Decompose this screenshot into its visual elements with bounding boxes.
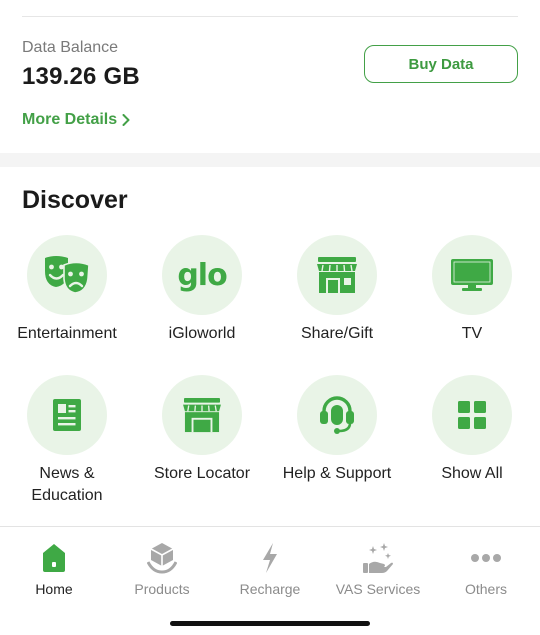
tile-icon-circle (432, 235, 512, 315)
theater-masks-icon (45, 256, 90, 294)
more-details-label: More Details (22, 111, 118, 128)
tile-label: Store Locator (153, 465, 251, 482)
tile-label: News & Education (31, 465, 103, 504)
more-dots-icon (471, 554, 501, 562)
discover-tile-share-gift[interactable]: Share/Gift (270, 235, 404, 345)
tab-products[interactable]: Products (108, 541, 216, 597)
tile-icon-circle (297, 235, 377, 315)
tile-label: Show All (441, 465, 503, 482)
tab-recharge[interactable]: Recharge (216, 541, 324, 597)
tab-label: Recharge (239, 581, 301, 597)
chevron-right-icon (122, 114, 130, 126)
tab-vas-services[interactable]: VAS Services (324, 541, 432, 597)
store-icon (183, 397, 221, 433)
home-indicator (170, 621, 370, 626)
tile-label: iGloworld (168, 325, 236, 342)
tile-icon-circle (27, 235, 107, 315)
tab-label: Products (134, 581, 190, 597)
products-icon (147, 543, 177, 574)
tile-label: Share/Gift (300, 325, 374, 342)
tile-icon-circle (27, 375, 107, 455)
tile-label: Entertainment (17, 325, 117, 342)
tile-label: Help & Support (282, 465, 392, 482)
buy-data-button[interactable]: Buy Data (364, 45, 518, 83)
home-icon (43, 544, 65, 572)
news-icon (53, 399, 81, 431)
data-balance-value: 139.26 GB (22, 63, 140, 90)
discover-tile-igloworld[interactable]: glo iGloworld (135, 235, 269, 345)
data-balance-card: Data Balance 139.26 GB Buy Data More Det… (0, 17, 540, 153)
data-balance-label: Data Balance (22, 39, 119, 56)
tile-icon-circle (432, 375, 512, 455)
discover-tile-help-support[interactable]: Help & Support (270, 375, 404, 485)
discover-tile-entertainment[interactable]: Entertainment (0, 235, 134, 345)
tv-icon (451, 259, 493, 291)
grid-icon (458, 401, 486, 429)
discover-tile-store-locator[interactable]: Store Locator (135, 375, 269, 485)
headset-icon (320, 396, 354, 434)
discover-tile-tv[interactable]: TV (405, 235, 539, 345)
tab-label: VAS Services (335, 581, 421, 597)
tab-home[interactable]: Home (0, 541, 108, 597)
discover-tile-news-education[interactable]: News & Education (0, 375, 134, 507)
tile-icon-circle (297, 375, 377, 455)
glo-logo: glo (177, 257, 227, 293)
discover-heading: Discover (22, 186, 128, 214)
lightning-icon (263, 543, 277, 573)
tab-others[interactable]: Others (432, 541, 540, 597)
more-details-link[interactable]: More Details (22, 111, 131, 129)
tile-icon-circle (162, 375, 242, 455)
discover-tile-show-all[interactable]: Show All (405, 375, 539, 485)
tab-label: Others (464, 581, 507, 597)
tile-label: TV (461, 325, 483, 342)
vas-services-icon (363, 543, 393, 573)
tile-icon-circle: glo (162, 235, 242, 315)
bottom-tab-bar: Home Products Recharge VAS Services Othe… (0, 527, 540, 635)
section-separator (0, 153, 540, 167)
storefront-icon (317, 257, 357, 293)
tab-label: Home (35, 581, 73, 597)
